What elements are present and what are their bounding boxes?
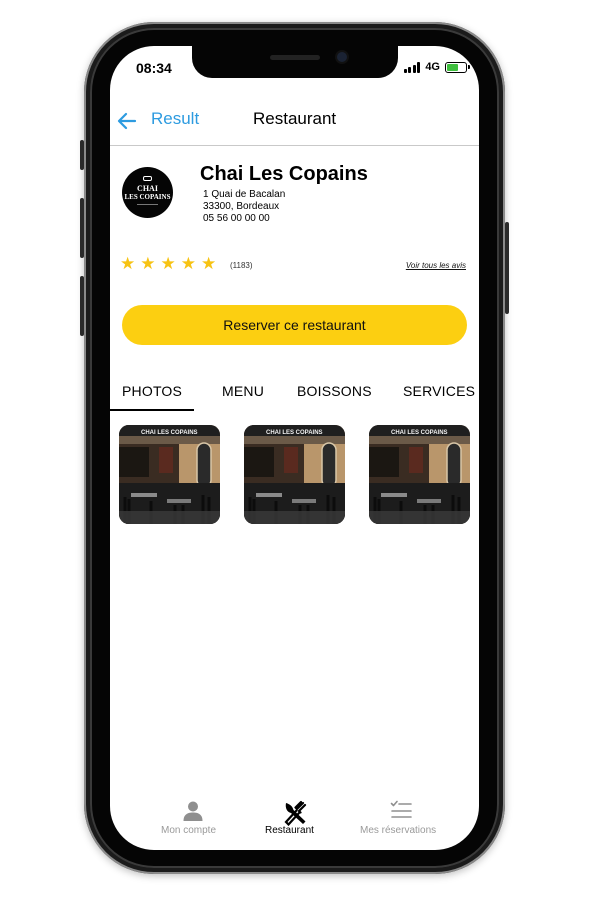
notch xyxy=(192,46,398,78)
active-tab-indicator xyxy=(110,409,194,411)
logo-underline xyxy=(137,204,158,205)
address-line2: 33300, Bordeaux xyxy=(203,201,280,212)
star-icon: ★ xyxy=(120,254,136,273)
bottom-nav-label: Mon compte xyxy=(161,825,217,836)
power-button xyxy=(505,222,509,314)
bottom-nav-mon-compte[interactable]: Mon compte xyxy=(158,796,228,846)
status-indicators: 4G xyxy=(403,61,470,73)
review-count: (1183) xyxy=(230,261,253,270)
earpiece-speaker xyxy=(270,55,320,60)
restaurant-name: Chai Les Copains xyxy=(200,163,368,185)
bottom-nav: Mon compte Restaurant Mes réservations xyxy=(110,796,479,850)
bottom-nav-label: Restaurant xyxy=(265,825,314,836)
star-icon: ★ xyxy=(180,254,196,273)
photo-sign-text: CHAI LES COPAINS xyxy=(391,430,448,436)
tab-menu[interactable]: MENU xyxy=(222,383,264,399)
reserve-button[interactable]: Reserver ce restaurant xyxy=(122,305,467,345)
tab-photos[interactable]: PHOTOS xyxy=(122,383,182,399)
restaurant-photo[interactable]: CHAI LES COPAINS xyxy=(119,425,220,524)
restaurant-photo[interactable]: CHAI LES COPAINS xyxy=(244,425,345,524)
bottom-nav-label: Mes réservations xyxy=(360,825,437,836)
restaurant-photo[interactable]: CHAI LES COPAINS xyxy=(369,425,470,524)
network-type: 4G xyxy=(425,61,440,73)
back-button[interactable]: Result xyxy=(151,109,199,129)
status-time: 08:34 xyxy=(136,60,172,76)
star-icon: ★ xyxy=(201,254,217,273)
checklist-icon xyxy=(390,800,412,818)
back-arrow-icon[interactable] xyxy=(116,110,138,132)
battery-icon xyxy=(445,61,470,73)
nav-header: Result Restaurant xyxy=(110,102,479,146)
bottom-nav-mes-reservations[interactable]: Mes réservations xyxy=(360,796,446,846)
volume-down-button xyxy=(80,276,84,336)
logo-text-line2: LES COPAINS xyxy=(124,193,171,201)
star-icon: ★ xyxy=(140,254,156,273)
tab-boissons[interactable]: BOISSONS xyxy=(297,383,372,399)
user-icon xyxy=(183,801,203,821)
volume-up-button xyxy=(80,198,84,258)
logo-text-line1: CHAI xyxy=(137,184,158,193)
page-title: Restaurant xyxy=(253,109,337,128)
phone-screen: 08:34 4G Result Restaurant CHAI LES COPA… xyxy=(110,46,479,850)
bottom-nav-restaurant[interactable]: Restaurant xyxy=(260,796,330,846)
photo-sign-text: CHAI LES COPAINS xyxy=(266,430,323,436)
mute-switch xyxy=(80,140,84,170)
content-tabs: PHOTOS MENU BOISSONS SERVICES xyxy=(110,376,479,411)
all-reviews-link[interactable]: Voir tous les avis xyxy=(406,261,466,270)
fork-knife-icon xyxy=(284,800,307,826)
rating-stars: ★ ★ ★ ★ ★ xyxy=(120,255,216,272)
logo-emblem-icon xyxy=(143,176,152,181)
photo-sign-text: CHAI LES COPAINS xyxy=(141,430,198,436)
front-camera xyxy=(337,52,347,62)
star-icon: ★ xyxy=(160,254,176,273)
signal-icon xyxy=(403,61,421,73)
address-line1: 1 Quai de Bacalan xyxy=(203,189,286,200)
tab-services[interactable]: SERVICES xyxy=(403,383,475,399)
restaurant-logo: CHAI LES COPAINS xyxy=(122,167,173,218)
phone-number[interactable]: 05 56 00 00 00 xyxy=(203,213,270,224)
